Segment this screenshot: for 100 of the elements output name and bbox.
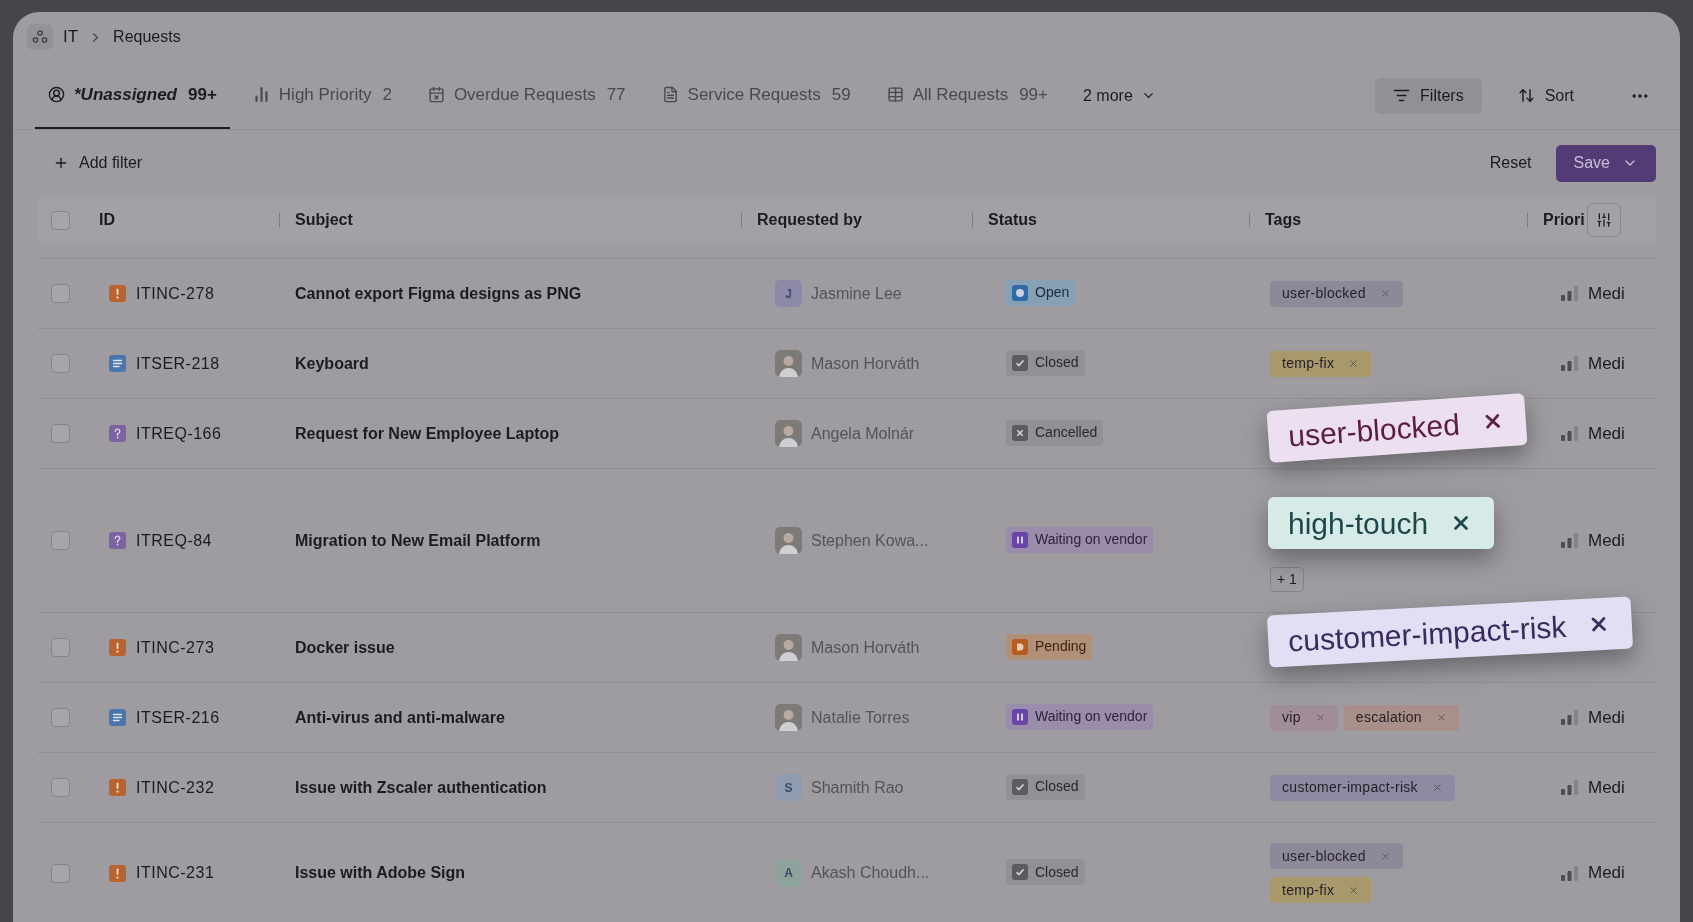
tag-chip: user-blocked — [1270, 843, 1403, 869]
request-id[interactable]: ITINC-231 — [136, 861, 215, 885]
remove-icon[interactable] — [1379, 850, 1391, 862]
add-filter-button[interactable]: Add filter — [53, 151, 143, 175]
row-checkbox[interactable] — [51, 284, 70, 303]
request-subject[interactable]: Issue with Adobe Sign — [295, 861, 466, 885]
request-id[interactable]: ITINC-273 — [136, 635, 215, 660]
remove-icon[interactable] — [1348, 358, 1360, 369]
remove-icon[interactable] — [1314, 712, 1326, 723]
row-checkbox[interactable] — [51, 354, 70, 373]
avatar-icon — [775, 350, 802, 377]
closed-status-icon — [1012, 778, 1028, 795]
sliders-icon — [1595, 212, 1612, 228]
column-header[interactable]: Status — [988, 208, 1037, 232]
tab[interactable]: Service Requests 59 — [648, 62, 864, 129]
request-id[interactable]: ITREQ-166 — [136, 421, 222, 446]
row-checkbox[interactable] — [51, 424, 70, 443]
row-checkbox[interactable] — [51, 531, 70, 550]
row-checkbox[interactable] — [51, 863, 70, 883]
request-id[interactable]: ITREQ-84 — [136, 528, 212, 553]
remove-icon[interactable] — [1348, 884, 1360, 896]
status-badge: Waiting on vendor — [1006, 703, 1154, 730]
request-id[interactable]: ITINC-232 — [136, 775, 215, 800]
request-id[interactable]: ITINC-278 — [136, 281, 215, 306]
remove-icon[interactable] — [1435, 712, 1447, 723]
avatar-icon — [775, 634, 802, 661]
sort-button[interactable]: Sort — [1499, 77, 1592, 114]
doc-icon — [661, 86, 679, 103]
floating-tag[interactable]: high-touch — [1268, 497, 1495, 549]
filters-button[interactable]: Filters — [1375, 77, 1482, 114]
avatar: A — [775, 859, 802, 887]
signal-bars-icon — [1561, 356, 1578, 371]
select-all-checkbox[interactable] — [51, 210, 70, 230]
requester-name: Mason Horváth — [811, 637, 920, 658]
exclamation-icon — [109, 285, 126, 302]
cancelled-status-icon — [1012, 424, 1028, 441]
closed-status-icon — [1012, 354, 1028, 371]
request-subject[interactable]: Issue with Zscaler authentication — [295, 775, 547, 800]
tab[interactable]: *Unassigned 99+ — [35, 62, 230, 129]
workflow-icon — [27, 24, 53, 50]
document-icon — [109, 355, 126, 372]
tab[interactable]: Overdue Requests 77 — [414, 62, 639, 129]
more-tabs-button[interactable]: 2 more — [1071, 83, 1168, 108]
request-subject[interactable]: Docker issue — [295, 635, 395, 660]
tab-label: High Priority — [278, 83, 372, 106]
plus-icon — [53, 155, 69, 171]
request-id[interactable]: ITSER-218 — [136, 351, 220, 376]
column-header[interactable]: Priori — [1543, 208, 1585, 232]
remove-icon[interactable] — [1379, 288, 1391, 299]
open-status-icon — [1012, 284, 1028, 301]
row-checkbox[interactable] — [51, 708, 70, 727]
column-header[interactable]: Tags — [1265, 208, 1302, 232]
question-icon — [109, 532, 126, 549]
tag-chip: user-blocked — [1270, 280, 1403, 307]
avatar-icon — [775, 527, 802, 554]
tag-chip: temp-fix — [1270, 877, 1372, 903]
closed-status-icon — [1012, 864, 1028, 880]
waiting-status-icon — [1012, 708, 1028, 725]
tag-chip: escalation — [1343, 704, 1459, 731]
column-header[interactable]: Requested by — [757, 208, 862, 232]
floating-tag[interactable]: user-blocked — [1266, 393, 1528, 463]
reset-button[interactable]: Reset — [1489, 151, 1532, 175]
request-subject[interactable]: Anti-virus and anti-malware — [295, 705, 505, 730]
request-subject[interactable]: Cannot export Figma designs as PNG — [295, 281, 582, 306]
tab-label: Overdue Requests — [453, 83, 596, 106]
request-subject[interactable]: Keyboard — [295, 351, 369, 376]
tab-count: 2 — [382, 83, 392, 106]
tab-label: *Unassigned — [74, 83, 177, 106]
status-badge: Cancelled — [1006, 419, 1104, 446]
calendar-icon — [427, 86, 445, 103]
tab[interactable]: All Requests 99+ — [873, 62, 1061, 129]
signal-bars-icon — [1561, 533, 1578, 548]
floating-tag[interactable]: customer-impact-risk — [1266, 596, 1634, 668]
priority-label: Medi — [1588, 422, 1625, 445]
tab[interactable]: High Priority 2 — [239, 62, 405, 129]
breadcrumb-link[interactable]: IT — [63, 24, 79, 50]
priority-label: Medi — [1588, 706, 1625, 729]
row-checkbox[interactable] — [51, 638, 70, 657]
request-id[interactable]: ITSER-216 — [136, 705, 220, 730]
save-button[interactable]: Save — [1555, 144, 1656, 182]
more-tags-badge[interactable]: + 1 — [1270, 567, 1304, 592]
sort-icon — [1517, 87, 1535, 104]
waiting-status-icon — [1012, 531, 1028, 548]
column-settings-button[interactable] — [1586, 203, 1621, 237]
priority-label: Medi — [1588, 282, 1625, 305]
signal-bars-icon — [1561, 780, 1578, 795]
status-badge: Pending — [1006, 633, 1093, 660]
status-badge: Waiting on vendor — [1006, 526, 1154, 553]
status-badge: Closed — [1006, 349, 1085, 376]
signal-bars-icon — [1561, 865, 1578, 881]
column-header[interactable]: Subject — [295, 208, 353, 232]
signal-bars-icon — [1561, 286, 1578, 301]
remove-icon[interactable] — [1431, 782, 1443, 793]
request-subject[interactable]: Request for New Employee Laptop — [295, 421, 560, 446]
tab-count: 59 — [831, 83, 851, 106]
tab-count: 77 — [606, 83, 626, 106]
request-subject[interactable]: Migration to New Email Platform — [295, 528, 541, 553]
row-checkbox[interactable] — [51, 778, 70, 797]
question-icon — [109, 425, 126, 442]
column-header[interactable]: ID — [99, 208, 115, 232]
